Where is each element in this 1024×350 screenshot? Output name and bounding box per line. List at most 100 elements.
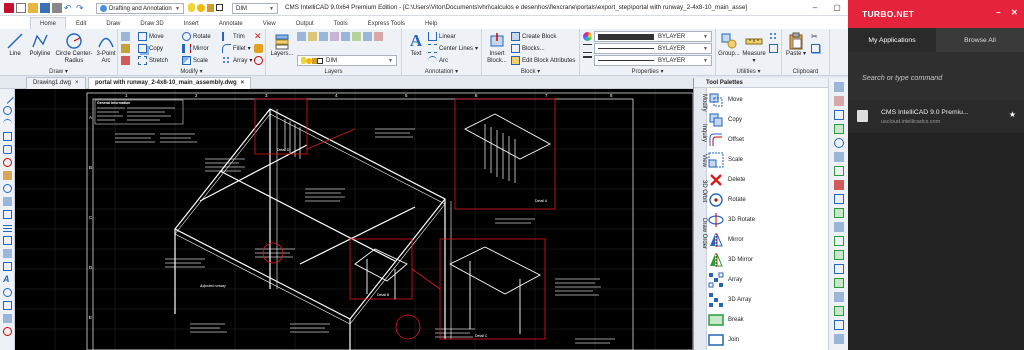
doc-tab-portal[interactable]: portal with runway_2-4x8-10_main_assembl… xyxy=(88,77,252,89)
toolbar-icon[interactable] xyxy=(834,124,844,134)
utility-table-icon[interactable] xyxy=(769,44,778,53)
app-logo-icon[interactable] xyxy=(4,3,14,13)
lightbulb-icon[interactable] xyxy=(188,3,195,12)
tab-view[interactable]: View xyxy=(253,17,286,29)
arc-tool-icon[interactable] xyxy=(3,119,12,128)
fillet-button[interactable]: Fillet ▾ xyxy=(222,44,251,53)
toolbar-icon[interactable] xyxy=(834,250,844,260)
workspace-select[interactable]: Drafting and Annotation ▼ xyxy=(96,3,184,14)
layer-tool-icon[interactable] xyxy=(352,32,361,41)
linetype-select[interactable]: BYLAYER ▼ xyxy=(594,43,712,54)
center-lines-button[interactable]: Center Lines ▾ xyxy=(428,44,478,53)
print-icon[interactable] xyxy=(52,3,62,13)
donut-tool-icon[interactable] xyxy=(3,184,12,193)
modify-extra-1[interactable] xyxy=(121,32,130,41)
toolbar-icon[interactable] xyxy=(834,180,844,190)
spline-tool-icon[interactable] xyxy=(3,171,12,180)
toolbar-icon[interactable] xyxy=(834,278,844,288)
drawing-canvas[interactable]: 1 2 3 4 5 6 7 8 A B C D E General Inform… xyxy=(15,89,693,350)
minimize-icon[interactable]: – xyxy=(804,0,826,15)
palette-array[interactable]: Array xyxy=(708,270,828,290)
paste-button[interactable]: Paste ▾ xyxy=(784,32,808,58)
toolbar-icon[interactable] xyxy=(834,152,844,162)
layer-tool-icon[interactable] xyxy=(363,32,372,41)
toolbar-icon[interactable] xyxy=(834,334,844,344)
color-swatch-icon[interactable] xyxy=(216,4,223,11)
toolbar-icon[interactable] xyxy=(834,82,844,92)
wipeout-tool-icon[interactable] xyxy=(3,262,12,271)
layer-tool-icon[interactable] xyxy=(319,32,328,41)
lineweight-select[interactable]: BYLAYER ▼ xyxy=(594,55,712,66)
rotate-button[interactable]: Rotate xyxy=(182,32,211,41)
tab-home[interactable]: Home xyxy=(30,17,67,29)
scale-button[interactable]: Scale xyxy=(182,56,208,65)
lock-icon[interactable] xyxy=(207,3,214,12)
toolbar-icon[interactable] xyxy=(834,194,844,204)
stretch-button[interactable]: Stretch xyxy=(138,56,168,65)
tab-inquiry[interactable]: Inquiry xyxy=(694,124,707,142)
toolbar-icon[interactable] xyxy=(834,208,844,218)
toolbar-icon[interactable] xyxy=(834,166,844,176)
toolbar-icon[interactable] xyxy=(834,96,844,106)
polyline-button[interactable]: Polyline xyxy=(26,32,54,58)
tab-annotate[interactable]: Annotate xyxy=(209,17,253,29)
layer-select[interactable]: DIM ▼ xyxy=(232,3,278,14)
palette-3d-rotate[interactable]: 3D Rotate xyxy=(708,210,828,230)
search-input[interactable]: Search or type command xyxy=(862,73,942,82)
offset-button[interactable] xyxy=(254,56,263,65)
tab-draw-order[interactable]: Draw Order xyxy=(694,218,707,249)
layer-tool-icon[interactable] xyxy=(297,32,306,41)
circle-tool-icon[interactable] xyxy=(3,106,12,115)
palette-3d-mirror[interactable]: 3D Mirror xyxy=(708,250,828,270)
circle-center-radius-button[interactable]: Circle Center-Radius xyxy=(55,32,93,65)
group-button[interactable]: Group... xyxy=(716,32,742,58)
tab-modify[interactable]: Modify xyxy=(694,94,707,112)
palette-break[interactable]: Break xyxy=(708,310,828,330)
toolbar-icon[interactable] xyxy=(834,138,844,148)
linetype-icon[interactable] xyxy=(583,44,592,53)
mirror-button[interactable]: Mirror xyxy=(182,44,209,53)
three-point-arc-button[interactable]: 3-Point Arc xyxy=(94,32,118,65)
insert-tool-icon[interactable] xyxy=(3,314,12,323)
region-tool-icon[interactable] xyxy=(3,210,12,219)
app-list-item[interactable]: CMS IntelliCAD 9.0 Premiu... uscloud.int… xyxy=(848,100,1024,133)
sun-icon[interactable] xyxy=(197,3,205,12)
measure-button[interactable]: Measure ▾ xyxy=(740,32,768,65)
gradient-tool-icon[interactable] xyxy=(3,223,12,232)
modify-extra-3[interactable] xyxy=(121,56,130,65)
layer-tool-icon[interactable] xyxy=(374,32,383,41)
create-block-button[interactable]: Create Block xyxy=(511,32,556,41)
modify-extra-2[interactable] xyxy=(121,44,130,53)
brush-button[interactable] xyxy=(254,44,263,53)
tab-help[interactable]: Help xyxy=(415,17,447,29)
palette-offset[interactable]: Offset xyxy=(708,130,828,150)
layer-tool-icon[interactable] xyxy=(330,32,339,41)
toolbar-icon[interactable] xyxy=(834,306,844,316)
utility-grid-icon[interactable] xyxy=(769,32,778,41)
tab-draw[interactable]: Draw xyxy=(96,17,130,29)
doc-tab-drawing1[interactable]: Drawing1.dwg × xyxy=(26,77,86,89)
tab-output[interactable]: Output xyxy=(286,17,324,29)
tab-express-tools[interactable]: Express Tools xyxy=(358,17,415,29)
palette-join[interactable]: Join xyxy=(708,330,828,350)
palette-delete[interactable]: Delete xyxy=(708,170,828,190)
undo-icon[interactable]: ↶ xyxy=(64,3,74,13)
tab-3d-orbit[interactable]: 3D Orbit xyxy=(694,180,707,202)
layers-button[interactable]: Layers... xyxy=(269,32,295,58)
maximize-icon[interactable]: ▢ xyxy=(826,0,848,15)
hatch-tool-icon[interactable] xyxy=(3,197,12,206)
save-icon[interactable] xyxy=(40,3,50,13)
open-folder-icon[interactable] xyxy=(28,3,38,13)
text-tool-icon[interactable]: A xyxy=(3,275,12,284)
linear-dimension-button[interactable]: Linear xyxy=(428,32,456,41)
edit-block-attributes-button[interactable]: Edit Block Attributes xyxy=(511,56,575,65)
blocks-button[interactable]: Blocks... xyxy=(511,44,545,53)
toolbar-icon[interactable] xyxy=(834,236,844,246)
toolbar-icon[interactable] xyxy=(834,264,844,274)
point-tool-icon[interactable] xyxy=(3,288,12,297)
close-icon[interactable]: × xyxy=(75,78,79,89)
tab-edit[interactable]: Edit xyxy=(66,17,96,29)
layer-tool-icon[interactable] xyxy=(308,32,317,41)
current-layer-select[interactable]: DIM ▼ xyxy=(297,55,397,66)
close-icon[interactable]: × xyxy=(241,78,245,89)
